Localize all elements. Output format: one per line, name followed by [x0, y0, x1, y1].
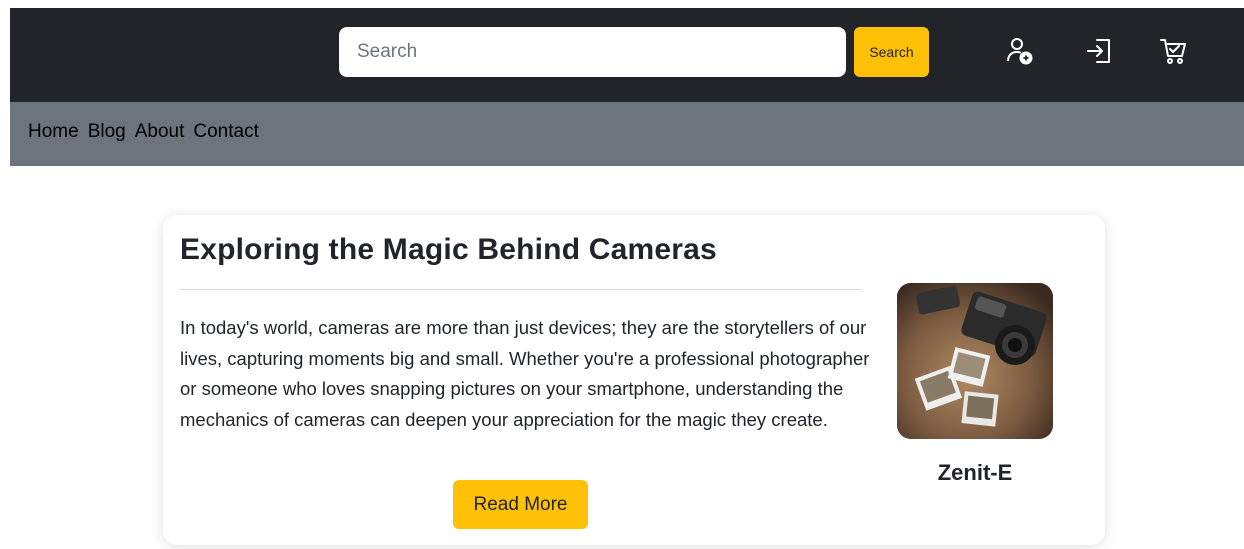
cart-icon — [1160, 39, 1186, 64]
register-button[interactable] — [1002, 34, 1036, 68]
nav-blog-link[interactable]: Blog — [88, 121, 126, 143]
nav-about-link[interactable]: About — [135, 121, 185, 143]
post-thumbnail-image — [897, 283, 1053, 439]
add-user-icon — [1007, 38, 1033, 65]
cart-button[interactable] — [1156, 34, 1190, 68]
login-button[interactable] — [1083, 34, 1117, 68]
login-icon — [1087, 39, 1110, 63]
read-more-button[interactable]: Read More — [453, 480, 588, 529]
nav-links: Home Blog About Contact — [28, 121, 268, 143]
post-author: Zenit-E — [937, 460, 1013, 485]
nav-home-link[interactable]: Home — [28, 121, 79, 143]
search-input[interactable] — [339, 27, 846, 77]
post-title: Exploring the Magic Behind Cameras — [180, 233, 717, 266]
search-button[interactable]: Search — [854, 27, 929, 77]
title-divider — [180, 289, 862, 290]
post-excerpt: In today's world, cameras are more than … — [180, 317, 870, 430]
nav-contact-link[interactable]: Contact — [193, 121, 258, 143]
